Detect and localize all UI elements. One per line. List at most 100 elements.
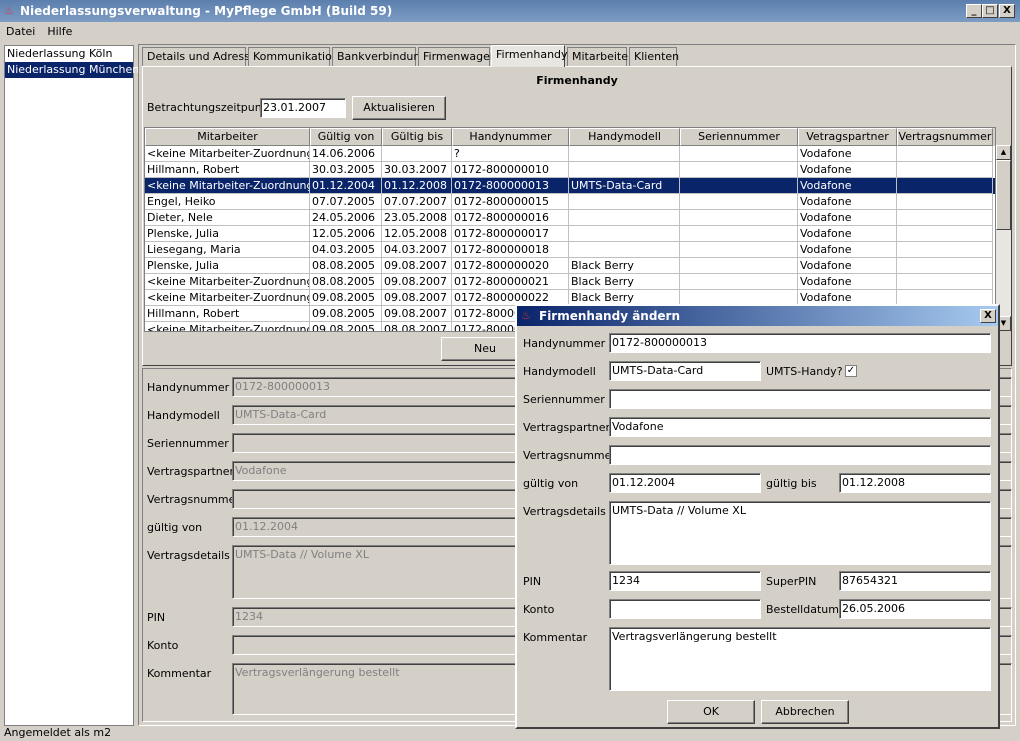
table-cell <box>569 242 680 258</box>
dlg-umts-checkbox[interactable]: ✓ <box>845 365 857 377</box>
refresh-button[interactable]: Aktualisieren <box>352 96 446 120</box>
table-cell <box>680 226 798 242</box>
branch-item-muenchen[interactable]: Niederlassung München <box>5 62 139 78</box>
detail-handynummer-label: Handynummer <box>147 381 230 394</box>
table-cell: 08.08.2005 <box>310 258 382 274</box>
table-row[interactable]: <keine Mitarbeiter-Zuordnung> 01.12.2004 0… <box>145 178 995 194</box>
tab-bankverbindung[interactable]: Bankverbindung <box>332 47 427 66</box>
dlg-handynummer-input[interactable]: 0172-800000013 <box>609 333 991 353</box>
table-cell: 0172-800000015 <box>452 194 569 210</box>
table-cell: 0172-800000010 <box>452 162 569 178</box>
minimize-button[interactable]: _ <box>966 4 982 18</box>
menu-hilfe[interactable]: Hilfe <box>41 25 78 38</box>
tab-mitarbeiter[interactable]: Mitarbeiter <box>567 47 633 66</box>
dlg-pin-input[interactable]: 1234 <box>609 571 761 591</box>
menu-datei[interactable]: Datei <box>0 25 41 38</box>
detail-gueltig-von-label: gültig von <box>147 521 203 534</box>
dlg-vertragsnummer-input[interactable] <box>609 445 991 465</box>
table-cell <box>897 242 993 258</box>
table-cell: 0172-800000016 <box>452 210 569 226</box>
column-header[interactable]: Gültig von <box>310 128 382 146</box>
table-cell: 12.05.2006 <box>310 226 382 242</box>
dlg-seriennummer-input[interactable] <box>609 389 991 409</box>
table-cell: 09.08.2007 <box>382 274 452 290</box>
table-cell: 12.05.2008 <box>382 226 452 242</box>
table-cell <box>897 194 993 210</box>
detail-pin-label: PIN <box>147 611 166 624</box>
dlg-handymodell-input[interactable]: UMTS-Data-Card <box>609 361 761 381</box>
java-cup-icon: ♨ <box>4 4 14 17</box>
table-row[interactable]: Plenske, Julia 12.05.2006 12.05.2008 0172-8… <box>145 226 995 242</box>
dlg-umts-label: UMTS-Handy? <box>766 365 843 378</box>
table-cell: 30.03.2005 <box>310 162 382 178</box>
table-cell: UMTS-Data-Card <box>569 178 680 194</box>
dlg-vertragspartner-input[interactable]: Vodafone <box>609 417 991 437</box>
table-cell: <keine Mitarbeiter-Zuordnung> <box>145 274 310 290</box>
table-row[interactable]: Hillmann, Robert 30.03.2005 30.03.2007 0172… <box>145 162 995 178</box>
table-row[interactable]: Liesegang, Maria 04.03.2005 04.03.2007 0172… <box>145 242 995 258</box>
tab-details-und-adresse[interactable]: Details und Adresse <box>142 47 257 66</box>
table-cell: Hillmann, Robert <box>145 306 310 322</box>
maximize-button[interactable]: □ <box>982 4 998 18</box>
table-cell: 0172-800000020 <box>452 258 569 274</box>
ok-button[interactable]: OK <box>667 700 755 724</box>
table-cell: Vodafone <box>798 146 897 162</box>
column-header[interactable]: Seriennummer <box>680 128 798 146</box>
table-cell <box>680 274 798 290</box>
branch-item-koeln[interactable]: Niederlassung Köln <box>5 46 133 62</box>
tab-firmenhandy[interactable]: Firmenhandy <box>491 45 568 67</box>
detail-vertragsnummer-label: Vertragsnummer <box>147 493 240 506</box>
dlg-bestelldatum-input[interactable]: 26.05.2006 <box>839 599 991 619</box>
dialog-titlebar: ♨ Firmenhandy ändern X <box>517 306 998 326</box>
table-cell: Black Berry <box>569 274 680 290</box>
tab-firmenwagen[interactable]: Firmenwagen <box>418 47 497 66</box>
table-cell: Vodafone <box>798 162 897 178</box>
scroll-up-icon[interactable]: ▲ <box>996 145 1011 160</box>
table-cell <box>897 210 993 226</box>
dlg-konto-label: Konto <box>523 603 555 616</box>
table-cell <box>680 242 798 258</box>
dlg-gueltig-bis-input[interactable]: 01.12.2008 <box>839 473 991 493</box>
column-header[interactable]: Mitarbeiter <box>145 128 310 146</box>
branch-list: Niederlassung Köln Niederlassung München <box>4 45 139 726</box>
dlg-vertragsdetails-textarea[interactable]: UMTS-Data // Volume XL <box>609 501 991 565</box>
table-cell: 09.08.2005 <box>310 322 382 331</box>
window-titlebar: ♨ Niederlassungsverwaltung - MyPflege Gm… <box>0 0 1020 22</box>
table-cell <box>680 162 798 178</box>
table-header: Mitarbeiter Gültig von Gültig bis Handynumm… <box>145 128 995 146</box>
status-text: Angemeldet als m2 <box>4 726 112 739</box>
tab-klienten[interactable]: Klienten <box>629 47 679 66</box>
dlg-kommentar-textarea[interactable]: Vertragsverlängerung bestellt <box>609 627 991 691</box>
close-button[interactable]: X <box>999 4 1015 18</box>
dlg-vertragspartner-label: Vertragspartner <box>523 421 611 434</box>
dlg-gueltig-von-input[interactable]: 01.12.2004 <box>609 473 761 493</box>
date-input[interactable]: 23.01.2007 <box>260 98 346 118</box>
table-cell: Plenske, Julia <box>145 226 310 242</box>
dlg-vertragsdetails-label: Vertragsdetails <box>523 505 606 518</box>
column-header[interactable]: Vetragspartner <box>798 128 897 146</box>
table-cell: <keine Mitarbeiter-Zuordnung> <box>145 178 310 194</box>
dlg-handynummer-label: Handynummer <box>523 337 606 350</box>
column-header[interactable]: Handynummer <box>452 128 569 146</box>
table-cell <box>569 210 680 226</box>
table-cell: 0172-800000021 <box>452 274 569 290</box>
column-header[interactable]: Handymodell <box>569 128 680 146</box>
column-header[interactable]: Vertragsnummer <box>897 128 993 146</box>
cancel-button[interactable]: Abbrechen <box>761 700 849 724</box>
column-header[interactable]: Gültig bis <box>382 128 452 146</box>
table-row[interactable]: Plenske, Julia 08.08.2005 09.08.2007 0172-8… <box>145 258 995 274</box>
table-cell <box>680 210 798 226</box>
table-row[interactable]: <keine Mitarbeiter-Zuordnung> 14.06.2006?… <box>145 146 995 162</box>
dlg-superpin-input[interactable]: 87654321 <box>839 571 991 591</box>
table-row[interactable]: Engel, Heiko 07.07.2005 07.07.2007 0172-800… <box>145 194 995 210</box>
tab-kommunikation[interactable]: Kommunikation <box>248 47 339 66</box>
table-cell <box>897 178 993 194</box>
table-row[interactable]: Dieter, Nele 24.05.2006 23.05.2008 0172-800… <box>145 210 995 226</box>
dialog-close-button[interactable]: X <box>980 309 996 323</box>
dlg-konto-input[interactable] <box>609 599 761 619</box>
scroll-thumb[interactable] <box>996 160 1011 230</box>
table-cell <box>897 226 993 242</box>
table-cell <box>569 146 680 162</box>
table-row[interactable]: <keine Mitarbeiter-Zuordnung> 08.08.2005 0… <box>145 274 995 290</box>
table-cell: Vodafone <box>798 274 897 290</box>
